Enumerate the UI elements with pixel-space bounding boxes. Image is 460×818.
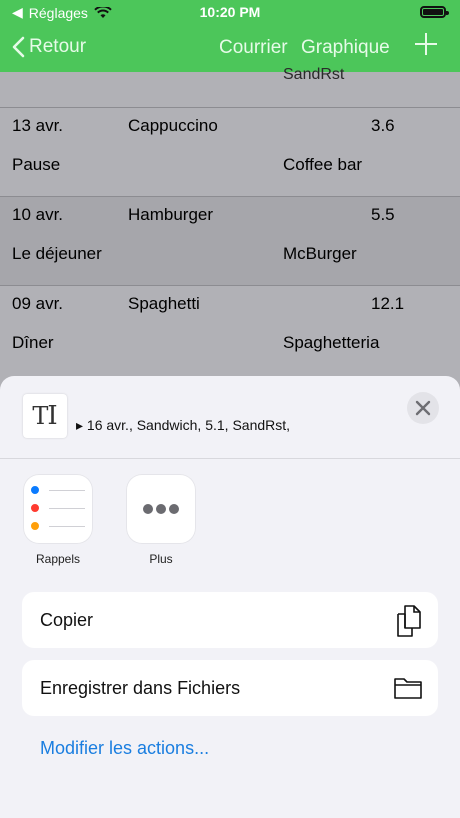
- status-bar: ◀ Réglages 10:20 PM: [0, 0, 460, 24]
- copy-action[interactable]: Copier: [22, 592, 438, 648]
- row-place: McBurger: [283, 244, 357, 263]
- row-category: Le déjeuner: [12, 244, 102, 263]
- battery-icon: [420, 6, 449, 18]
- add-button[interactable]: [415, 33, 437, 55]
- save-to-files-label: Enregistrer dans Fichiers: [40, 678, 241, 698]
- table-row[interactable]: 13 avr. Cappuccino 3.6 Pause Coffee bar: [0, 107, 460, 196]
- row-category: Dîner: [12, 333, 54, 352]
- expense-list: SandRst 13 avr. Cappuccino 3.6 Pause Cof…: [0, 66, 460, 392]
- text-document-icon: TI: [23, 394, 67, 438]
- chevron-left-icon: [12, 36, 25, 58]
- more-label: Plus: [149, 552, 173, 566]
- status-time: 10:20 PM: [199, 4, 261, 20]
- edit-actions-link[interactable]: Modifier les actions...: [40, 738, 209, 759]
- table-row[interactable]: 09 avr. Spaghetti 12.1 Dîner Spaghetteri…: [0, 285, 460, 374]
- save-to-files-action[interactable]: Enregistrer dans Fichiers: [22, 660, 438, 716]
- row-name: Spaghetti: [128, 294, 200, 313]
- mail-button[interactable]: Courrier: [219, 37, 288, 59]
- row-category: Pause: [12, 155, 61, 174]
- table-row[interactable]: 10 avr. Hamburger 5.5 Le déjeuner McBurg…: [0, 196, 460, 285]
- copy-icon: [397, 605, 421, 637]
- close-button[interactable]: [407, 392, 439, 424]
- copy-label: Copier: [40, 610, 94, 630]
- row-date: 10 avr.: [12, 205, 64, 224]
- reminders-app-button[interactable]: [23, 474, 93, 544]
- app-header: ◀ Réglages 10:20 PM Retour Courrier Grap…: [0, 0, 460, 72]
- folder-icon: [394, 678, 422, 699]
- row-date: 13 avr.: [12, 116, 64, 135]
- row-date: 09 avr.: [12, 294, 64, 313]
- row-name: Cappuccino: [128, 116, 218, 135]
- share-preview-text: ▸ 16 avr., Sandwich, 5.1, SandRst,: [76, 417, 291, 433]
- row-amount: 12.1: [371, 294, 405, 313]
- row-name: Hamburger: [128, 205, 214, 224]
- back-button[interactable]: Retour: [12, 36, 86, 58]
- chart-button[interactable]: Graphique: [301, 37, 390, 59]
- more-apps-button[interactable]: [126, 474, 196, 544]
- reminders-label: Rappels: [35, 552, 81, 566]
- back-label: Retour: [29, 36, 87, 57]
- navigation-bar: Retour Courrier Graphique: [0, 30, 460, 66]
- share-header: TI ▸ 16 avr., Sandwich, 5.1, SandRst,: [0, 376, 460, 459]
- row-amount: 5.5: [371, 205, 395, 224]
- close-icon: [415, 400, 431, 416]
- row-place: Spaghetteria: [283, 333, 380, 352]
- row-amount: 3.6: [371, 116, 395, 135]
- share-sheet: TI ▸ 16 avr., Sandwich, 5.1, SandRst, Ra…: [0, 376, 460, 818]
- row-place: Coffee bar: [283, 155, 363, 174]
- list-partial-text: SandRst: [283, 66, 345, 83]
